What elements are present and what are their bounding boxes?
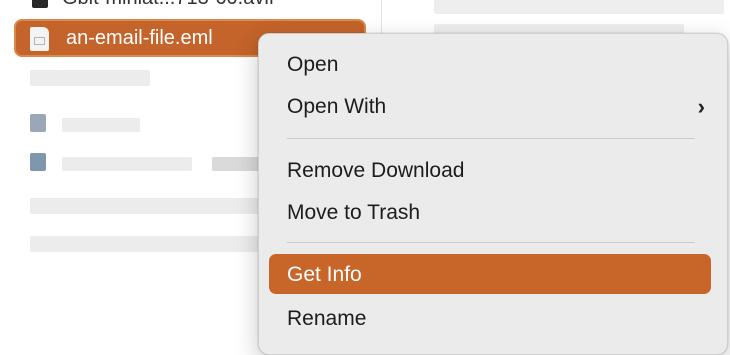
file-name: Gbit-miniat...713-60.avif <box>62 0 274 10</box>
blurred-file-row[interactable] <box>62 118 140 132</box>
file-row[interactable]: Gbit-miniat...713-60.avif <box>0 0 381 12</box>
file-icon <box>32 0 48 8</box>
menu-item-label: Get Info <box>287 263 362 286</box>
blurred-file-row[interactable] <box>212 157 262 171</box>
file-thumbnail <box>30 153 46 171</box>
menu-item-open[interactable]: Open <box>269 44 711 84</box>
context-menu: Open Open With › Remove Download Move to… <box>258 33 728 355</box>
chevron-right-icon: › <box>697 94 705 119</box>
menu-item-remove-download[interactable]: Remove Download <box>269 150 711 190</box>
menu-item-move-to-trash[interactable]: Move to Trash <box>269 192 711 232</box>
file-thumbnail <box>30 114 46 132</box>
menu-item-label: Remove Download <box>287 159 465 182</box>
blurred-file-row[interactable] <box>62 157 192 171</box>
menu-separator <box>287 138 695 139</box>
blurred-file-row[interactable] <box>30 198 260 214</box>
file-name: an-email-file.eml <box>66 27 213 49</box>
email-file-icon <box>30 27 49 51</box>
menu-item-label: Rename <box>287 307 367 330</box>
blurred-detail <box>434 0 724 14</box>
blurred-file-row[interactable] <box>30 236 258 252</box>
menu-item-label: Open With <box>287 95 387 118</box>
menu-separator <box>287 242 695 243</box>
menu-item-get-info[interactable]: Get Info <box>269 254 711 294</box>
menu-item-label: Move to Trash <box>287 201 421 224</box>
menu-item-label: Open <box>287 53 339 76</box>
blurred-file-row[interactable] <box>30 70 150 86</box>
menu-item-rename[interactable]: Rename <box>269 298 711 338</box>
menu-item-open-with[interactable]: Open With › <box>269 86 711 126</box>
